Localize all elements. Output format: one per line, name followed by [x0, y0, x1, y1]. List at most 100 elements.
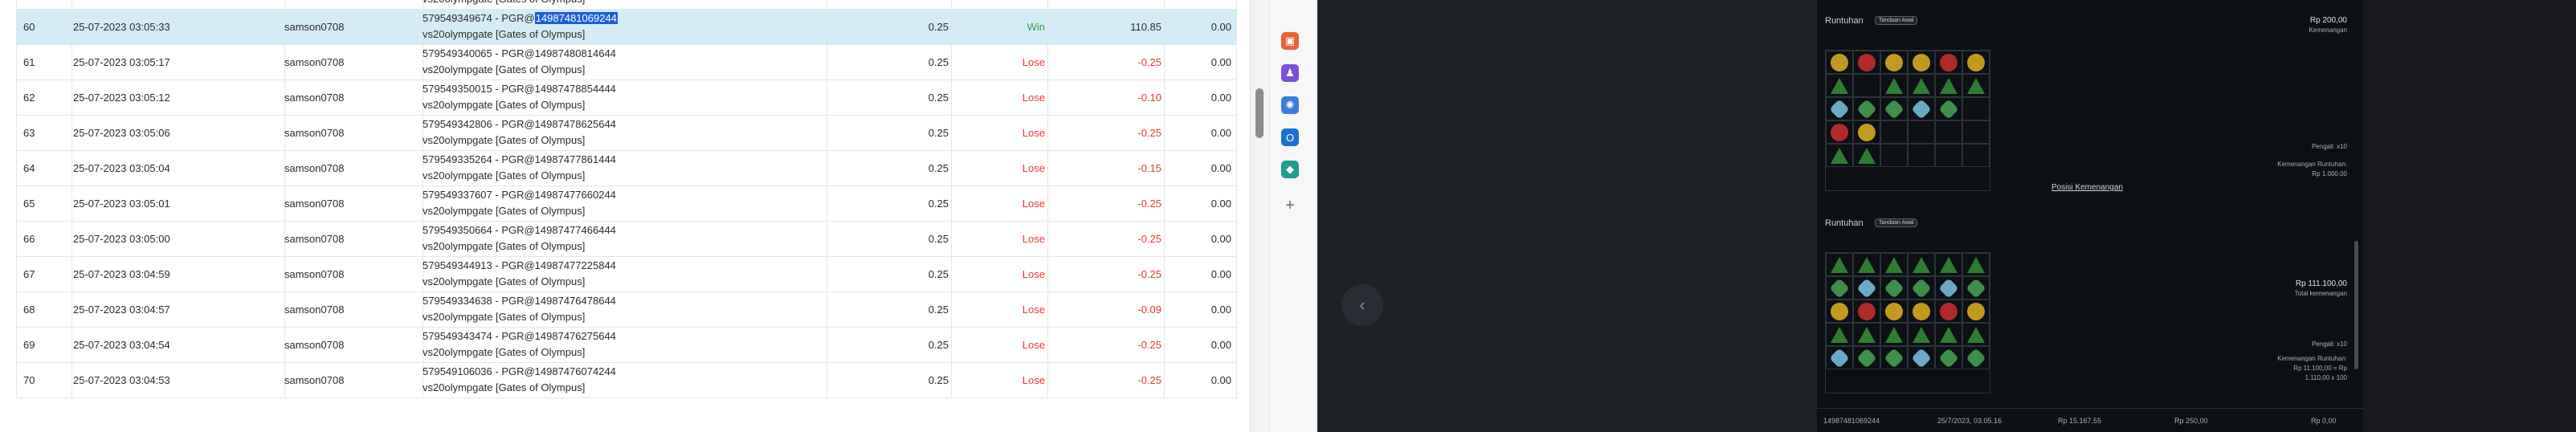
table-row[interactable]: 60 25-07-2023 03:05:33 samson0708 579549349…	[16, 9, 1237, 45]
row-username: samson0708	[284, 126, 345, 139]
column-divider	[1164, 256, 1165, 291]
column-divider	[951, 327, 952, 362]
row-bet: 0.25	[928, 55, 949, 68]
reel-cell	[1853, 97, 1880, 120]
table-row[interactable]: 64 25-07-2023 03:05:04 samson0708 579549335…	[16, 150, 1237, 186]
shopping-icon[interactable]: ◆	[1281, 161, 1299, 178]
reel-cell	[1935, 97, 1962, 120]
briefcase-icon[interactable]: ▣	[1281, 32, 1299, 50]
table-row[interactable]: 68 25-07-2023 03:04:57 samson0708 579549334…	[16, 291, 1237, 328]
reel-cell	[1908, 120, 1935, 144]
table-scrollbar-thumb[interactable]	[1255, 88, 1264, 138]
description-line-1: 579549337607 - PGR@14987477660244	[423, 189, 616, 201]
table-row[interactable]: 69 25-07-2023 03:04:54 samson0708 579549343…	[16, 327, 1237, 363]
column-divider	[71, 9, 72, 44]
table-row[interactable]: 65 25-07-2023 03:05:01 samson0708 579549337…	[16, 185, 1237, 222]
row-username: samson0708	[284, 161, 345, 174]
column-divider	[1164, 79, 1165, 115]
row-description: 579549349674 - PGR@14987481069244 vs20oly…	[423, 9, 824, 44]
game-symbol-icon	[1913, 256, 1930, 273]
row-winloss: -0.25	[1137, 267, 1161, 280]
column-divider	[71, 150, 72, 185]
column-divider	[1047, 291, 1048, 327]
description-line-1: 579549349674 - PGR@14987481069244	[423, 10, 618, 26]
description-line-2: vs20olympgate [Gates of Olympus]	[423, 63, 586, 75]
panel-scrollbar-thumb[interactable]	[2354, 241, 2358, 369]
row-number: 60	[23, 20, 35, 33]
game-symbol-icon	[1831, 302, 1848, 320]
row-balance: 0.00	[1166, 0, 1231, 9]
description-line-2: vs20olympgate [Gates of Olympus]	[423, 134, 586, 146]
round-amount: Rp 200,00	[2309, 16, 2347, 25]
row-result: Lose	[1022, 232, 1045, 245]
reel-cell	[1962, 276, 1990, 300]
people-icon[interactable]: ♟	[1281, 64, 1299, 82]
row-datetime: 25-07-2023 03:05:33	[73, 20, 170, 33]
previous-arrow-icon[interactable]: ‹	[1341, 284, 1383, 326]
cascade-win-label: Kemenangan Runtuhan:	[2277, 355, 2347, 362]
table-row[interactable]: 66 25-07-2023 03:05:00 samson0708 579549350…	[16, 221, 1237, 257]
reel-cell	[1908, 51, 1935, 74]
game-symbol-icon	[1831, 123, 1848, 141]
reel-cell	[1908, 253, 1935, 276]
table-row[interactable]: 61 25-07-2023 03:05:17 samson0708 579549340…	[16, 44, 1237, 80]
row-winloss: 110.85	[1130, 20, 1161, 33]
row-balance: 0.00	[1210, 126, 1231, 139]
game-symbol-icon	[1856, 347, 1877, 369]
row-bet: 0.25	[928, 126, 949, 139]
game-symbol-icon	[1831, 147, 1848, 164]
game-symbol-icon	[1858, 53, 1876, 71]
column-divider	[1047, 327, 1048, 362]
column-divider	[1047, 185, 1048, 221]
row-bet: 0.25	[828, 0, 949, 9]
reel-cell	[1826, 144, 1853, 167]
add-icon[interactable]: +	[1281, 197, 1299, 214]
row-username: samson0708	[284, 55, 345, 68]
game-symbol-icon	[1940, 302, 1958, 320]
column-divider	[71, 79, 72, 115]
reel-cell	[1962, 97, 1990, 120]
row-result: Lose	[1022, 161, 1045, 174]
description-line-1: 579549340065 - PGR@14987480814644	[423, 47, 616, 59]
row-username: samson0708	[284, 0, 421, 9]
description-line-2: vs20olympgate [Gates of Olympus]	[423, 346, 586, 358]
row-number: 66	[23, 232, 35, 245]
row-description: 579549019151 - PGR@14987479431084vs20oly…	[423, 0, 824, 9]
table-row[interactable]: 62 25-07-2023 03:05:12 samson0708 579549350…	[16, 79, 1237, 116]
win-positions-link[interactable]: Posisi Kemenangan	[2051, 183, 2123, 192]
column-divider	[1047, 9, 1048, 44]
table-scrollbar[interactable]	[1250, 0, 1269, 432]
reel-cell	[1935, 51, 1962, 74]
reel-cell	[1962, 144, 1990, 167]
table-row[interactable]: 70 25-07-2023 03:04:53 samson0708 579549106…	[16, 362, 1237, 398]
row-result: Lose	[1022, 55, 1045, 68]
copilot-icon[interactable]: ✺	[1281, 96, 1299, 114]
game-symbol-icon	[1885, 302, 1903, 320]
reel-cell	[1826, 276, 1853, 300]
row-description: 579549334638 - PGR@14987476478644 vs20oly…	[423, 291, 824, 327]
cascade-win-label: Kemenangan Runtuhan:	[2277, 161, 2347, 168]
reel-cell	[1908, 276, 1935, 300]
row-result: Lose	[1022, 303, 1045, 316]
outlook-icon[interactable]: O	[1281, 128, 1299, 146]
column-divider	[951, 150, 952, 185]
reel-cell	[1826, 74, 1853, 97]
column-divider	[1047, 0, 1048, 9]
game-symbol-icon	[1856, 277, 1877, 299]
row-winloss: -0.09	[1137, 303, 1161, 316]
game-symbol-icon	[1831, 77, 1848, 94]
description-line-1: 579549334638 - PGR@14987476478644	[423, 295, 616, 307]
column-divider	[1164, 221, 1165, 256]
column-divider	[1047, 44, 1048, 79]
description-line-1: 579549335264 - PGR@14987477861444	[423, 153, 616, 165]
description-line-2: vs20olympgate [Gates of Olympus]	[423, 311, 586, 323]
row-datetime: 25-07-2023 03:05:17	[73, 55, 170, 68]
table-row[interactable]: 63 25-07-2023 03:05:06 samson0708 579549342…	[16, 115, 1237, 151]
table-row[interactable]: 67 25-07-2023 03:04:59 samson0708 579549344…	[16, 256, 1237, 292]
row-number: 63	[23, 126, 35, 139]
dim-overlay-right	[2363, 0, 2576, 432]
reel-cell	[1853, 120, 1880, 144]
game-symbol-icon	[1885, 77, 1903, 94]
column-divider	[71, 44, 72, 79]
row-bet: 0.25	[928, 373, 949, 386]
